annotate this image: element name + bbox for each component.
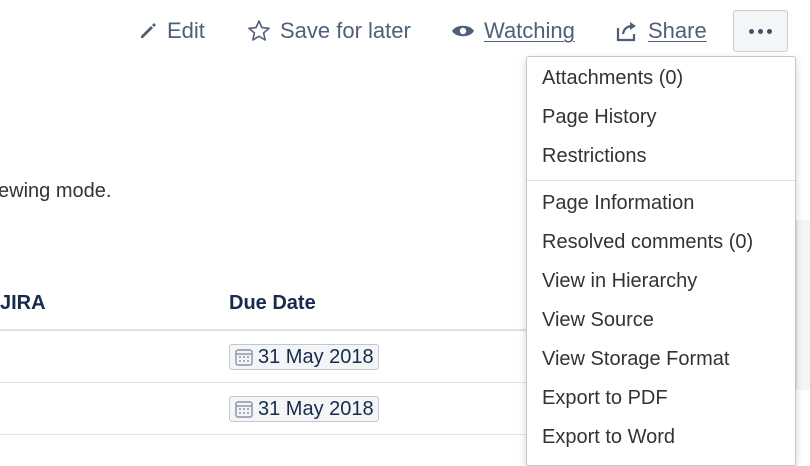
menu-item-view-in-hierarchy[interactable]: View in Hierarchy	[542, 270, 697, 293]
share-label: Share	[648, 18, 707, 43]
column-header-due-date: Due Date	[229, 292, 316, 314]
table-row-divider	[0, 434, 560, 435]
menu-item-resolved-comments[interactable]: Resolved comments (0)	[542, 231, 753, 254]
calendar-icon	[235, 401, 253, 418]
menu-divider	[527, 180, 795, 181]
calendar-icon	[235, 349, 253, 366]
due-date-lozenge[interactable]: 31 May 2018	[229, 344, 379, 370]
menu-item-restrictions[interactable]: Restrictions	[542, 145, 646, 168]
star-icon	[248, 20, 270, 41]
due-date-value: 31 May 2018	[258, 345, 374, 368]
eye-icon	[452, 25, 474, 37]
menu-item-export-to-word[interactable]: Export to Word	[542, 426, 675, 449]
save-for-later-button[interactable]: Save for later	[247, 14, 411, 48]
table-header-divider	[0, 329, 560, 331]
menu-item-attachments[interactable]: Attachments (0)	[542, 67, 683, 90]
due-date-lozenge[interactable]: 31 May 2018	[229, 396, 379, 422]
scrollbar[interactable]	[796, 220, 810, 390]
edit-button[interactable]: Edit	[138, 14, 205, 48]
save-for-later-label: Save for later	[280, 18, 411, 43]
watching-button[interactable]: Watching	[451, 14, 575, 48]
more-actions-button[interactable]	[733, 10, 788, 52]
more-horizontal-icon	[749, 28, 772, 34]
edit-label: Edit	[167, 18, 205, 43]
menu-item-export-to-pdf[interactable]: Export to PDF	[542, 387, 668, 410]
menu-item-view-source[interactable]: View Source	[542, 309, 654, 332]
menu-item-view-storage-format[interactable]: View Storage Format	[542, 348, 730, 371]
menu-item-page-information[interactable]: Page Information	[542, 192, 694, 215]
share-icon	[616, 22, 636, 42]
watching-label: Watching	[484, 18, 575, 43]
table-row-divider	[0, 382, 560, 383]
menu-item-page-history[interactable]: Page History	[542, 106, 657, 129]
pencil-icon	[141, 23, 156, 38]
share-button[interactable]: Share	[615, 14, 707, 48]
more-actions-menu: Attachments (0) Page History Restriction…	[526, 56, 796, 466]
column-header-jira: JIRA	[0, 292, 46, 314]
due-date-value: 31 May 2018	[258, 397, 374, 420]
page-note-text: ewing mode.	[0, 180, 112, 202]
